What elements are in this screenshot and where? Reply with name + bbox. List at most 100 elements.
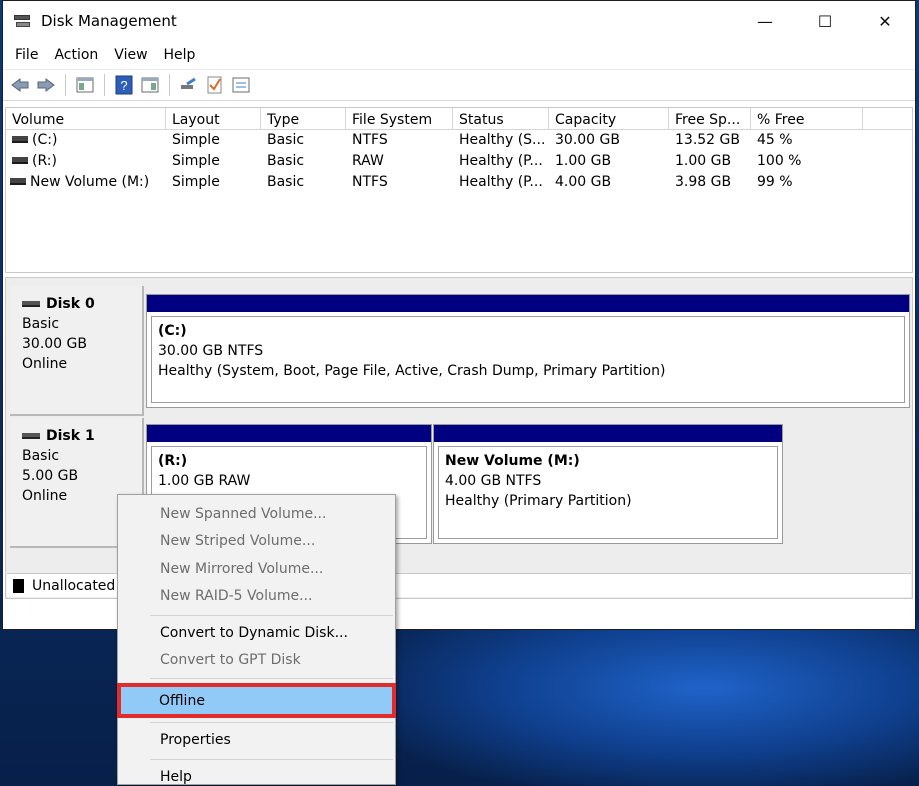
cell-free-space: 3.98 GB [675,174,732,190]
cell-percent-free: 99 % [757,174,793,190]
menu-bar: File Action View Help [3,41,915,69]
menu-new-spanned-volume[interactable]: New Spanned Volume... [118,501,395,528]
column-free-space[interactable]: Free Sp... [669,108,751,129]
legend-unallocated: Unallocated [32,577,116,594]
cell-file-system: RAW [352,153,384,169]
properties-icon[interactable] [228,72,254,98]
disk-name: Disk 0 [46,296,95,312]
title-bar: Disk Management — ☐ ✕ [3,1,915,41]
rescan-disks-icon[interactable] [176,72,202,98]
close-button[interactable]: ✕ [855,1,915,41]
cell-status: Healthy (P... [459,174,543,190]
toolbar: ? [3,69,915,101]
partition-bar [434,425,782,442]
cell-capacity: 30.00 GB [555,132,620,148]
disk-type: Basic [22,316,60,332]
cell-layout: Simple [172,153,220,169]
minimize-button[interactable]: — [735,1,795,41]
cell-layout: Simple [172,132,220,148]
disk-status: Online [22,488,68,504]
console-tree-icon[interactable] [72,72,98,98]
menu-convert-to-dynamic-disk[interactable]: Convert to Dynamic Disk... [118,620,395,647]
menu-convert-to-gpt-disk[interactable]: Convert to GPT Disk [118,647,395,674]
cell-file-system: NTFS [352,174,388,190]
cell-capacity: 1.00 GB [555,153,612,169]
partition-fs: 1.00 GB RAW [158,473,251,489]
menu-separator [150,678,393,680]
disk-icon [22,301,40,307]
cell-type: Basic [267,174,305,190]
disk-management-icon [13,13,33,29]
toolbar-separator [169,74,170,96]
cell-percent-free: 45 % [757,132,793,148]
column-percent-free[interactable]: % Free [751,108,863,129]
menu-help[interactable]: Help [156,47,204,63]
disk-type: Basic [22,448,60,464]
desktop-wallpaper [380,620,919,786]
cell-type: Basic [267,153,305,169]
partition-status: Healthy (System, Boot, Page File, Active… [158,363,666,379]
column-layout[interactable]: Layout [166,108,261,129]
menu-action[interactable]: Action [46,47,106,63]
menu-new-mirrored-volume[interactable]: New Mirrored Volume... [118,556,395,583]
svg-text:?: ? [120,78,127,93]
partition-name: (R:) [158,453,188,469]
cell-status: Healthy (S... [459,132,546,148]
disk-context-menu: New Spanned Volume... New Striped Volume… [117,494,396,785]
menu-view[interactable]: View [106,47,155,63]
forward-arrow-icon[interactable] [33,72,59,98]
cell-capacity: 4.00 GB [555,174,612,190]
disk-name: Disk 1 [46,428,95,444]
disk-0-label[interactable]: Disk 0 Basic 30.00 GB Online [10,286,144,416]
cell-volume: New Volume (M:) [30,174,150,190]
action-pane-icon[interactable] [137,72,163,98]
menu-new-striped-volume[interactable]: New Striped Volume... [118,528,395,555]
partition-bar [147,295,909,312]
window-title: Disk Management [41,12,177,30]
disk-status: Online [22,356,68,372]
cell-free-space: 13.52 GB [675,132,740,148]
toolbar-separator [104,74,105,96]
menu-help-item[interactable]: Help [118,764,395,786]
list-header: Volume Layout Type File System Status Ca… [6,108,912,130]
column-volume[interactable]: Volume [6,108,166,129]
volume-list: Volume Layout Type File System Status Ca… [5,107,913,273]
disk-size: 5.00 GB [22,468,79,484]
cell-status: Healthy (P... [459,153,543,169]
back-arrow-icon[interactable] [7,72,33,98]
partition-name: New Volume (M:) [445,453,580,469]
toolbar-separator [65,74,66,96]
column-file-system[interactable]: File System [346,108,453,129]
menu-separator [150,722,393,724]
column-status[interactable]: Status [453,108,549,129]
volume-icon [12,135,28,143]
menu-offline[interactable]: Offline [117,683,396,719]
cell-percent-free: 100 % [757,153,802,169]
cell-file-system: NTFS [352,132,388,148]
column-capacity[interactable]: Capacity [549,108,669,129]
disk-size: 30.00 GB [22,336,87,352]
cell-layout: Simple [172,174,220,190]
disk-icon [22,433,40,439]
volume-icon [10,177,26,185]
partition-bar [147,425,431,442]
partition-name: (C:) [158,323,187,339]
column-type[interactable]: Type [261,108,346,129]
check-icon[interactable] [202,72,228,98]
menu-new-raid5-volume[interactable]: New RAID-5 Volume... [118,583,395,610]
column-filler [863,108,911,129]
cell-free-space: 1.00 GB [675,153,732,169]
menu-properties[interactable]: Properties [118,727,395,754]
partition-m[interactable]: New Volume (M:) 4.00 GB NTFS Healthy (Pr… [433,424,783,544]
menu-separator [150,614,393,616]
cell-volume: (C:) [32,132,58,148]
table-row[interactable]: (C:) Simple Basic NTFS Healthy (S... 30.… [6,130,912,151]
maximize-button[interactable]: ☐ [795,1,855,41]
partition-c[interactable]: (C:) 30.00 GB NTFS Healthy (System, Boot… [146,294,910,408]
table-row[interactable]: New Volume (M:) Simple Basic NTFS Health… [6,172,912,193]
cell-volume: (R:) [32,153,57,169]
menu-file[interactable]: File [7,47,46,63]
help-icon[interactable]: ? [111,72,137,98]
table-row[interactable]: (R:) Simple Basic RAW Healthy (P... 1.00… [6,151,912,172]
cell-type: Basic [267,132,305,148]
